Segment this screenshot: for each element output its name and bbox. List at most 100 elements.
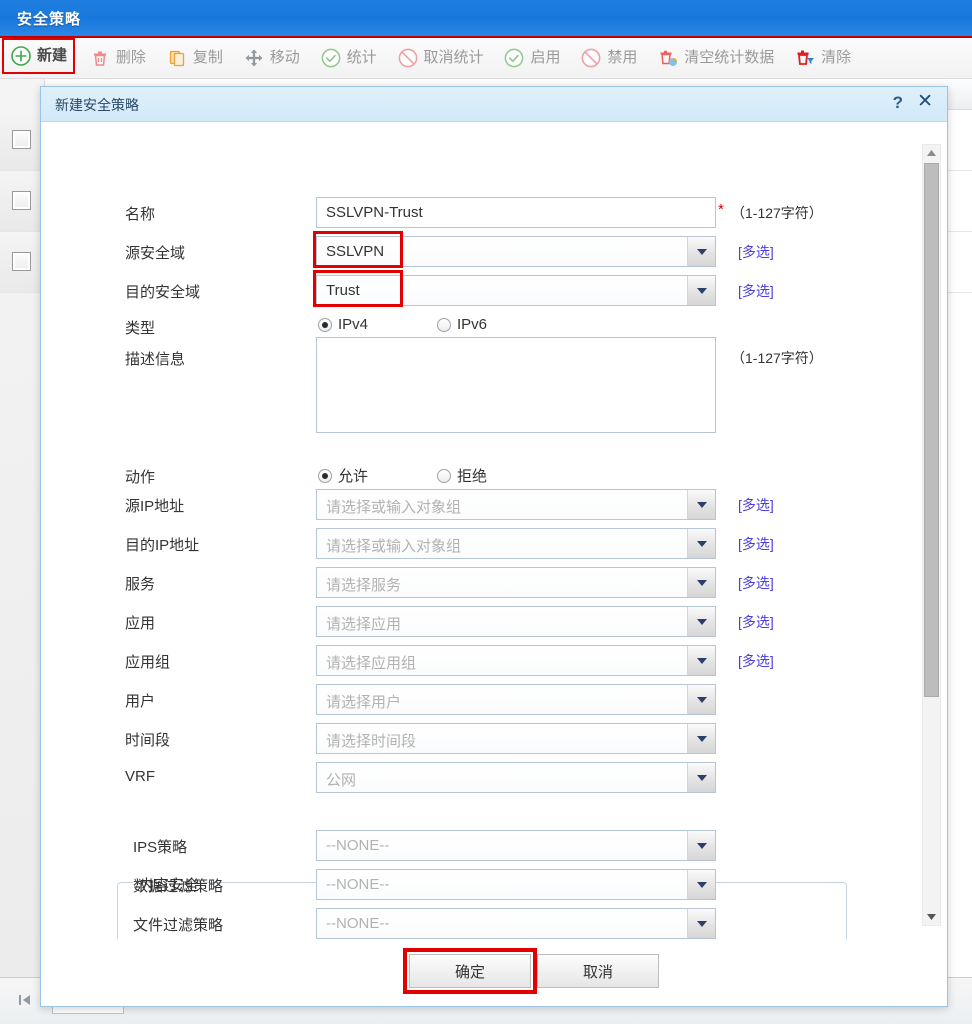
label-action: 动作 — [125, 469, 156, 486]
chevron-down-icon[interactable] — [687, 529, 715, 558]
ips-policy-select[interactable]: --NONE-- — [316, 830, 716, 861]
chevron-down-icon[interactable] — [687, 646, 715, 675]
radio-permit-dot[interactable] — [318, 468, 332, 483]
toolbar-label-copy: 复制 — [192, 49, 223, 66]
app-group-multiselect-link[interactable]: [多选] — [738, 651, 774, 671]
form-row-name: 名称 SSLVPN-Trust * （1-127字符） — [41, 194, 903, 232]
dst-zone-value: Trust — [326, 282, 360, 299]
chevron-down-icon[interactable] — [687, 607, 715, 636]
name-value: SSLVPN-Trust — [326, 204, 423, 221]
form-row-src-zone: 源安全域 SSLVPN [多选] — [41, 233, 903, 271]
label-description: 描述信息 — [125, 351, 186, 368]
close-icon[interactable]: ✕ — [917, 92, 933, 112]
toolbar-button-stat[interactable]: 统计 — [312, 38, 385, 78]
data-filter-policy-select[interactable]: --NONE-- — [316, 869, 716, 900]
chevron-down-icon[interactable] — [687, 237, 715, 266]
form-row-description: 描述信息 （1-127字符） — [41, 334, 903, 439]
file-filter-policy-select[interactable]: --NONE-- — [316, 908, 716, 939]
row-select-cell[interactable] — [0, 110, 45, 170]
label-app: 应用 — [125, 615, 156, 632]
row-checkbox[interactable] — [12, 130, 31, 149]
service-multiselect-link[interactable]: [多选] — [738, 573, 774, 593]
ips-policy-value: --NONE-- — [326, 837, 390, 854]
src-zone-select[interactable]: SSLVPN — [316, 236, 716, 267]
scrollbar-thumb[interactable] — [924, 163, 939, 697]
service-select[interactable]: 请选择服务 — [316, 567, 716, 598]
src-zone-value: SSLVPN — [326, 243, 385, 260]
dst-ip-multiselect-link[interactable]: [多选] — [738, 534, 774, 554]
radio-ipv4[interactable]: IPv4 — [318, 316, 368, 333]
time-range-placeholder: 请选择时间段 — [326, 733, 417, 750]
label-file-filter-policy: 文件过滤策略 — [133, 917, 224, 934]
row-checkbox[interactable] — [12, 252, 31, 271]
toolbar-button-new[interactable]: 新建 — [2, 38, 76, 74]
app-group-select[interactable]: 请选择应用组 — [316, 645, 716, 676]
help-icon[interactable]: ? — [893, 93, 903, 113]
description-textarea[interactable] — [316, 337, 716, 433]
cancel-button[interactable]: 取消 — [537, 954, 659, 988]
label-ips-policy: IPS策略 — [133, 839, 188, 856]
src-ip-select[interactable]: 请选择或输入对象组 — [316, 489, 716, 520]
app-select[interactable]: 请选择应用 — [316, 606, 716, 637]
toolbar-button-move[interactable]: 移动 — [235, 38, 308, 78]
chevron-down-icon[interactable] — [687, 568, 715, 597]
chevron-down-icon[interactable] — [687, 763, 715, 792]
toolbar-button-cancel-stat[interactable]: 取消统计 — [389, 38, 492, 78]
toolbar-button-disable[interactable]: 禁用 — [572, 38, 645, 78]
toolbar-button-delete[interactable]: 删除 — [81, 38, 154, 78]
scroll-down-arrow-icon[interactable] — [923, 909, 940, 925]
radio-deny-dot[interactable] — [437, 468, 451, 483]
label-time-range: 时间段 — [125, 732, 171, 749]
toolbar-button-clear-filter[interactable]: 清除 — [786, 38, 859, 78]
dst-ip-select[interactable]: 请选择或输入对象组 — [316, 528, 716, 559]
ok-button[interactable]: 确定 — [409, 954, 531, 988]
form-row-file-filter-policy: 文件过滤策略 --NONE-- — [41, 905, 903, 942]
toolbar-button-enable[interactable]: 启用 — [495, 38, 568, 78]
description-hint: （1-127字符） — [731, 350, 823, 366]
radio-ipv6-label: IPv6 — [457, 316, 488, 333]
scroll-up-arrow-icon[interactable] — [923, 145, 940, 161]
toolbar-button-clear-stat-data[interactable]: 清空统计数据 — [649, 38, 782, 78]
chevron-down-icon[interactable] — [687, 685, 715, 714]
label-vrf: VRF — [125, 768, 155, 785]
label-src-ip: 源IP地址 — [125, 498, 185, 515]
first-page-button[interactable] — [10, 986, 40, 1014]
dst-zone-select[interactable]: Trust — [316, 275, 716, 306]
row-select-cell[interactable] — [0, 171, 45, 231]
ban-icon — [397, 47, 419, 69]
first-page-icon — [19, 995, 30, 1005]
chevron-down-icon[interactable] — [687, 831, 715, 860]
toolbar-button-copy[interactable]: 复制 — [158, 38, 231, 78]
chevron-down-icon[interactable] — [687, 909, 715, 938]
chevron-down-icon[interactable] — [687, 870, 715, 899]
dialog-scrollbar[interactable] — [922, 144, 941, 926]
radio-permit[interactable]: 允许 — [318, 465, 368, 486]
label-name: 名称 — [125, 206, 156, 223]
toolbar-label-new: 新建 — [37, 47, 68, 64]
data-filter-policy-value: --NONE-- — [326, 876, 390, 893]
radio-ipv6[interactable]: IPv6 — [437, 316, 487, 333]
src-ip-multiselect-link[interactable]: [多选] — [738, 495, 774, 515]
radio-permit-label: 允许 — [338, 468, 369, 485]
row-checkbox[interactable] — [12, 191, 31, 210]
radio-ipv4-dot[interactable] — [318, 317, 332, 332]
chevron-down-icon[interactable] — [687, 490, 715, 519]
dialog-title-bar: 新建安全策略 ? ✕ — [41, 87, 947, 122]
time-range-select[interactable]: 请选择时间段 — [316, 723, 716, 754]
name-hint: （1-127字符） — [731, 205, 823, 221]
form-row-app-group: 应用组 请选择应用组 [多选] — [41, 642, 903, 680]
name-input[interactable]: SSLVPN-Trust — [316, 197, 716, 228]
radio-deny[interactable]: 拒绝 — [437, 465, 487, 486]
form-row-data-filter-policy: 数据过滤策略 --NONE-- — [41, 866, 903, 904]
row-select-cell[interactable] — [0, 232, 45, 292]
vrf-placeholder: 公网 — [326, 772, 357, 789]
vrf-select[interactable]: 公网 — [316, 762, 716, 793]
src-ip-placeholder: 请选择或输入对象组 — [326, 499, 462, 516]
src-zone-multiselect-link[interactable]: [多选] — [738, 242, 774, 262]
radio-ipv6-dot[interactable] — [437, 317, 451, 332]
user-select[interactable]: 请选择用户 — [316, 684, 716, 715]
dst-zone-multiselect-link[interactable]: [多选] — [738, 281, 774, 301]
app-multiselect-link[interactable]: [多选] — [738, 612, 774, 632]
chevron-down-icon[interactable] — [687, 276, 715, 305]
chevron-down-icon[interactable] — [687, 724, 715, 753]
